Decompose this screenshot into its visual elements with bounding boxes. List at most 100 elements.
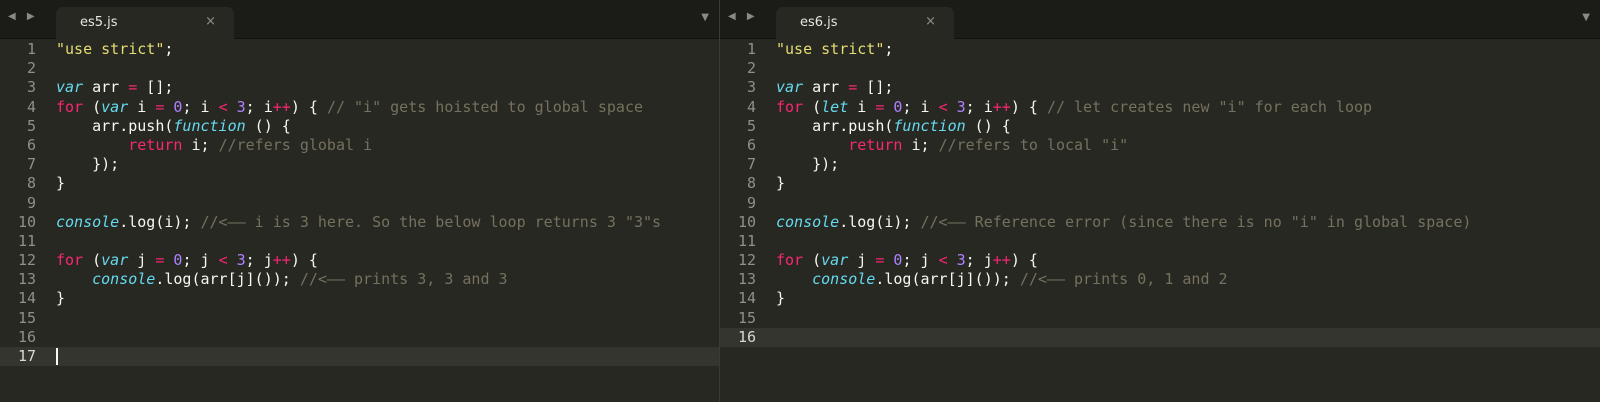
code-token: . (119, 116, 129, 135)
line-number: 1 (746, 40, 756, 58)
code-token: } (56, 174, 66, 193)
code-line[interactable]: 3 var arr = []; (720, 78, 1600, 97)
line-number: 11 (737, 231, 756, 250)
line-number: 13 (17, 270, 36, 289)
code-text: "use strict"; (776, 40, 893, 59)
chevron-down-icon[interactable]: ▼ (701, 12, 709, 23)
code-line[interactable]: 9 (720, 194, 1600, 213)
code-line[interactable]: 8} (0, 174, 719, 193)
code-token: = (128, 78, 138, 97)
code-token: 3 (236, 251, 246, 270)
code-line[interactable]: 2 (0, 59, 719, 78)
code-token: }); (776, 155, 840, 174)
code-line[interactable]: 12 for (var j = 0; j < 3; j++) { (720, 251, 1600, 270)
code-token: } (776, 289, 786, 308)
code-line[interactable]: 9 (0, 194, 719, 213)
code-token: ) { (1010, 251, 1038, 270)
tab-nav-arrows-icon[interactable]: ◀ ▶ (8, 11, 39, 22)
code-text: console.log(arr[j]()); //<—— prints 3, 3… (56, 270, 507, 289)
line-number: 7 (26, 155, 36, 174)
code-token: < (938, 251, 948, 270)
code-token: log (884, 270, 912, 289)
tab-nav-arrows-icon[interactable]: ◀ ▶ (728, 11, 759, 22)
code-line[interactable]: 5 arr.push(function () { (720, 117, 1600, 136)
code-text: for (var j = 0; j < 3; j++) { (776, 251, 1038, 270)
code-token: console (56, 212, 120, 231)
code-line[interactable]: 10 console.log(i); //<—— Reference error … (720, 213, 1600, 232)
line-number: 7 (746, 155, 756, 174)
code-line[interactable]: 12 for (var j = 0; j < 3; j++) { (0, 251, 719, 270)
code-line[interactable]: 15 (720, 309, 1600, 328)
code-editor-right[interactable]: 1 "use strict"; 2 3 var arr = []; 4 for (let i… (720, 40, 1600, 402)
code-text: return i; //refers to local "i" (776, 136, 1128, 155)
code-line[interactable]: 14} (0, 289, 719, 308)
code-token: ; i (965, 97, 993, 116)
code-line[interactable]: 13 console.log(arr[j]()); //<—— prints 0… (720, 270, 1600, 289)
code-token: for (776, 251, 804, 270)
code-line[interactable]: 17 (0, 347, 719, 367)
code-token: //<—— prints 0, 1 and 2 (1019, 270, 1228, 289)
chevron-down-icon[interactable]: ▼ (1582, 12, 1590, 23)
code-token: var (101, 251, 129, 270)
code-line[interactable]: 15 (0, 309, 719, 328)
code-token: = (848, 78, 858, 97)
code-line[interactable]: 1 "use strict"; (0, 40, 719, 59)
code-line[interactable]: 13 console.log(arr[j]()); //<—— prints 3… (0, 270, 719, 289)
close-icon[interactable]: × (925, 14, 936, 29)
code-line[interactable]: 5 arr.push(function () { (0, 117, 719, 136)
line-number: 2 (746, 59, 756, 78)
code-text: "use strict"; (56, 40, 173, 59)
line-number: 11 (17, 231, 36, 250)
code-token: "use strict" (776, 40, 885, 58)
line-number: 8 (746, 174, 756, 193)
line-number: 5 (26, 116, 36, 135)
tab-es5-js[interactable]: es5.js × (56, 7, 234, 39)
code-line[interactable]: 14} (720, 289, 1600, 308)
close-icon[interactable]: × (205, 14, 216, 29)
code-line[interactable]: 11 (720, 232, 1600, 251)
code-line[interactable]: 2 (720, 59, 1600, 78)
line-number: 9 (26, 193, 36, 212)
code-line[interactable]: 1 "use strict"; (720, 40, 1600, 59)
line-number: 6 (746, 135, 756, 154)
line-number: 9 (746, 193, 756, 212)
code-line[interactable]: 3 var arr = []; (0, 78, 719, 97)
line-number: 3 (746, 78, 756, 97)
code-token: //<—— Reference error (since there is no… (920, 212, 1472, 231)
tab-es6-js[interactable]: es6.js × (776, 7, 954, 39)
code-token: //refers global i (218, 135, 373, 154)
line-number: 12 (17, 251, 36, 270)
code-line[interactable]: 11 (0, 232, 719, 251)
code-token: //<—— i is 3 here. So the below loop ret… (200, 212, 662, 231)
line-number: 16 (17, 327, 36, 346)
code-token: (i); (155, 212, 201, 231)
code-line[interactable]: 6 return i; //refers global i (0, 136, 719, 155)
line-number: 5 (746, 116, 756, 135)
code-token: () { (965, 116, 1011, 135)
code-line[interactable]: 6 return i; //refers to local "i" (720, 136, 1600, 155)
code-token: ; j (182, 251, 219, 270)
code-token: < (218, 251, 228, 270)
code-line[interactable]: 7 }); (720, 155, 1600, 174)
code-token: //refers to local "i" (938, 135, 1129, 154)
code-token: // let creates new "i" for each loop (1046, 97, 1373, 116)
code-line[interactable]: 8} (720, 174, 1600, 193)
code-line[interactable]: 7 }); (0, 155, 719, 174)
line-number: 1 (26, 40, 36, 58)
code-line[interactable]: 4 for (var i = 0; i < 3; i++) { // "i" ge… (0, 98, 719, 117)
code-line[interactable]: 16 (720, 327, 1600, 347)
code-token: ; (164, 40, 174, 58)
code-token: < (218, 97, 228, 116)
right-editor-pane[interactable]: ◀ ▶ es6.js × ▼ 1 "use strict"; 2 3 var arr =… (720, 0, 1600, 402)
code-token: 3 (956, 97, 966, 116)
left-editor-pane[interactable]: ◀ ▶ es5.js × ▼ 1 "use strict"; 2 3 var arr =… (0, 0, 720, 402)
code-token: ( (803, 251, 822, 270)
code-token: < (938, 97, 948, 116)
code-line[interactable]: 4 for (let i = 0; i < 3; i++) { // let cr… (720, 98, 1600, 117)
code-token: ( (83, 251, 102, 270)
code-line[interactable]: 10 console.log(i); //<—— i is 3 here. So … (0, 213, 719, 232)
code-editor-left[interactable]: 1 "use strict"; 2 3 var arr = []; 4 for (var i… (0, 40, 719, 402)
code-text: for (var i = 0; i < 3; i++) { // "i" get… (56, 98, 643, 117)
code-line[interactable]: 16 (0, 328, 719, 347)
